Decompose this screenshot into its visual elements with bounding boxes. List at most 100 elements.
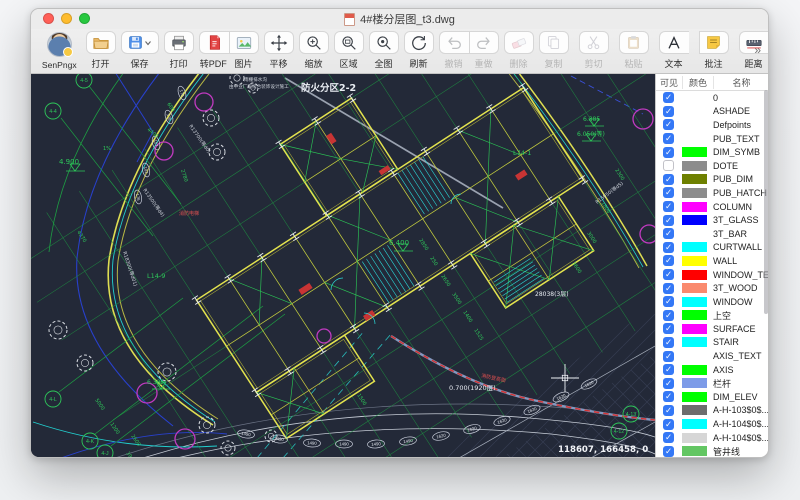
toolbar-button-open[interactable]: 打开 bbox=[85, 31, 116, 70]
layer-color-swatch[interactable] bbox=[682, 255, 707, 266]
layer-visibility-checkbox[interactable]: ✓ bbox=[663, 255, 674, 267]
toolbar-button-topdf[interactable]: 转PDF bbox=[198, 31, 229, 70]
layer-color-swatch[interactable] bbox=[682, 229, 707, 239]
toolbar-button-print[interactable]: 打印 bbox=[163, 31, 194, 70]
layer-visibility-checkbox[interactable]: ✓ bbox=[663, 119, 674, 131]
layer-visibility-checkbox[interactable]: ✓ bbox=[663, 214, 674, 226]
layer-color-swatch[interactable] bbox=[682, 201, 707, 212]
layer-row[interactable]: ✓ PUB_TEXT bbox=[656, 132, 768, 146]
layer-color-swatch[interactable] bbox=[682, 391, 707, 402]
layer-color-swatch[interactable] bbox=[682, 337, 707, 348]
toolbar-button-region-zoom[interactable]: 区域 bbox=[333, 31, 364, 70]
layer-color-swatch[interactable] bbox=[682, 405, 707, 416]
layer-color-swatch[interactable] bbox=[682, 432, 707, 443]
layer-color-swatch[interactable] bbox=[682, 310, 707, 321]
toolbar-button-image[interactable]: 图片 bbox=[228, 31, 259, 70]
layer-visibility-checkbox[interactable]: ✓ bbox=[663, 445, 674, 457]
layer-visibility-checkbox[interactable]: ✓ bbox=[663, 377, 674, 389]
layer-visibility-checkbox[interactable]: ✓ bbox=[663, 282, 674, 294]
layer-visibility-checkbox[interactable]: ✓ bbox=[663, 228, 674, 240]
layer-visibility-checkbox[interactable]: ✓ bbox=[663, 350, 674, 362]
layer-row[interactable]: ✓ A-H-103$0$... bbox=[656, 404, 768, 418]
layer-visibility-checkbox[interactable]: ✓ bbox=[663, 404, 674, 416]
layer-color-swatch[interactable] bbox=[682, 283, 707, 294]
layer-row[interactable]: ✓ 3T_GLASS bbox=[656, 213, 768, 227]
layer-visibility-checkbox[interactable]: ✓ bbox=[663, 296, 674, 308]
layer-visibility-checkbox[interactable]: ✓ bbox=[663, 391, 674, 403]
layer-color-swatch[interactable] bbox=[682, 378, 707, 389]
layer-color-swatch[interactable] bbox=[682, 351, 707, 361]
toolbar-button-redo[interactable]: 重做 bbox=[468, 31, 499, 70]
layer-row[interactable]: ✓ SURFACE bbox=[656, 322, 768, 336]
layer-color-swatch[interactable] bbox=[682, 215, 707, 226]
layer-row[interactable]: ✓ CURTWALL bbox=[656, 241, 768, 255]
toolbar-button-account[interactable]: SenPngx bbox=[41, 32, 78, 70]
layer-visibility-checkbox[interactable] bbox=[663, 160, 674, 172]
layer-row[interactable]: ✓ AXIS_TEXT bbox=[656, 349, 768, 363]
layer-visibility-checkbox[interactable]: ✓ bbox=[663, 92, 674, 104]
scrollbar-thumb[interactable] bbox=[764, 90, 768, 314]
layer-color-swatch[interactable] bbox=[682, 174, 707, 185]
layer-visibility-checkbox[interactable]: ✓ bbox=[663, 432, 674, 444]
layer-visibility-checkbox[interactable]: ✓ bbox=[663, 187, 674, 199]
layer-color-swatch[interactable] bbox=[682, 364, 707, 375]
layer-visibility-checkbox[interactable]: ✓ bbox=[663, 418, 674, 430]
title-bar[interactable]: 4#楼分层图_t3.dwg bbox=[31, 9, 768, 29]
layer-visibility-checkbox[interactable]: ✓ bbox=[663, 173, 674, 185]
toolbar-overflow-chevron[interactable]: » bbox=[754, 43, 761, 57]
toolbar-button-annotate[interactable]: 批注 bbox=[698, 31, 729, 70]
layer-color-swatch[interactable] bbox=[682, 446, 707, 457]
layer-row[interactable]: ✓ COLUMN bbox=[656, 200, 768, 214]
layer-row[interactable]: ✓ 栏杆 bbox=[656, 376, 768, 390]
layer-color-swatch[interactable] bbox=[682, 296, 707, 307]
layer-color-swatch[interactable] bbox=[682, 134, 707, 144]
layer-row[interactable]: ✓ STAIR bbox=[656, 336, 768, 350]
layer-row[interactable]: ✓ WINDOW_TE... bbox=[656, 268, 768, 282]
toolbar-button-paste[interactable]: 粘贴 bbox=[618, 31, 649, 70]
layer-color-swatch[interactable] bbox=[682, 120, 707, 130]
layer-row[interactable]: ✓ ASHADE bbox=[656, 105, 768, 119]
layer-row[interactable]: ✓ WALL bbox=[656, 254, 768, 268]
layer-visibility-checkbox[interactable]: ✓ bbox=[663, 269, 674, 281]
layer-color-swatch[interactable] bbox=[682, 147, 707, 158]
layer-color-swatch[interactable] bbox=[682, 323, 707, 334]
layer-row[interactable]: ✓ 0 bbox=[656, 91, 768, 105]
toolbar-button-copy[interactable]: 复制 bbox=[538, 31, 569, 70]
layer-color-swatch[interactable] bbox=[682, 419, 707, 430]
user-avatar[interactable] bbox=[46, 32, 73, 57]
layer-row[interactable]: DOTE bbox=[656, 159, 768, 173]
cad-canvas[interactable]: 1490 1490 1490 1490 1490 1490 1620 1620 1620 1620… bbox=[31, 74, 655, 457]
layer-visibility-checkbox[interactable]: ✓ bbox=[663, 105, 674, 117]
layer-row[interactable]: ✓ PUB_HATCH bbox=[656, 186, 768, 200]
layer-visibility-checkbox[interactable]: ✓ bbox=[663, 241, 674, 253]
layer-row[interactable]: ✓ Defpoints bbox=[656, 118, 768, 132]
layer-visibility-checkbox[interactable]: ✓ bbox=[663, 364, 674, 376]
layer-row[interactable]: ✓ DIM_SYMB bbox=[656, 145, 768, 159]
layer-row[interactable]: ✓ A-H-104$0$... bbox=[656, 431, 768, 445]
layer-row[interactable]: ✓ PUB_DIM bbox=[656, 173, 768, 187]
toolbar-button-undo[interactable]: 撤销 bbox=[438, 31, 469, 70]
layer-visibility-checkbox[interactable]: ✓ bbox=[663, 146, 674, 158]
toolbar-button-cut[interactable]: 剪切 bbox=[578, 31, 609, 70]
toolbar-button-zoom[interactable]: 缩放 bbox=[298, 31, 329, 70]
layer-color-swatch[interactable] bbox=[682, 242, 707, 253]
layer-visibility-checkbox[interactable]: ✓ bbox=[663, 309, 674, 321]
layer-row[interactable]: ✓ DIM_ELEV bbox=[656, 390, 768, 404]
toolbar-button-refresh[interactable]: 刷新 bbox=[403, 31, 434, 70]
toolbar-button-save[interactable]: 保存 bbox=[120, 31, 159, 70]
layer-color-swatch[interactable] bbox=[682, 187, 707, 198]
layer-color-swatch[interactable] bbox=[682, 269, 707, 280]
layer-row[interactable]: ✓ AXIS bbox=[656, 363, 768, 377]
toolbar-button-zoom-extents[interactable]: 全图 bbox=[368, 31, 399, 70]
layer-visibility-checkbox[interactable]: ✓ bbox=[663, 336, 674, 348]
toolbar-button-text[interactable]: 文本 bbox=[658, 31, 689, 70]
layer-row[interactable]: ✓ 3T_BAR bbox=[656, 227, 768, 241]
layer-color-swatch[interactable] bbox=[682, 106, 707, 116]
layers-list[interactable]: ✓ 0 ✓ ASHADE ✓ Defpoints ✓ PUB_TEXT ✓ DIM_SYMB DOT… bbox=[656, 91, 768, 457]
layer-row[interactable]: ✓ A-H-104$0$... bbox=[656, 417, 768, 431]
layer-color-swatch[interactable] bbox=[682, 160, 707, 171]
layer-visibility-checkbox[interactable]: ✓ bbox=[663, 323, 674, 335]
toolbar-button-delete[interactable]: 删除 bbox=[503, 31, 534, 70]
layer-row[interactable]: ✓ WINDOW bbox=[656, 295, 768, 309]
layer-color-swatch[interactable] bbox=[682, 93, 707, 103]
